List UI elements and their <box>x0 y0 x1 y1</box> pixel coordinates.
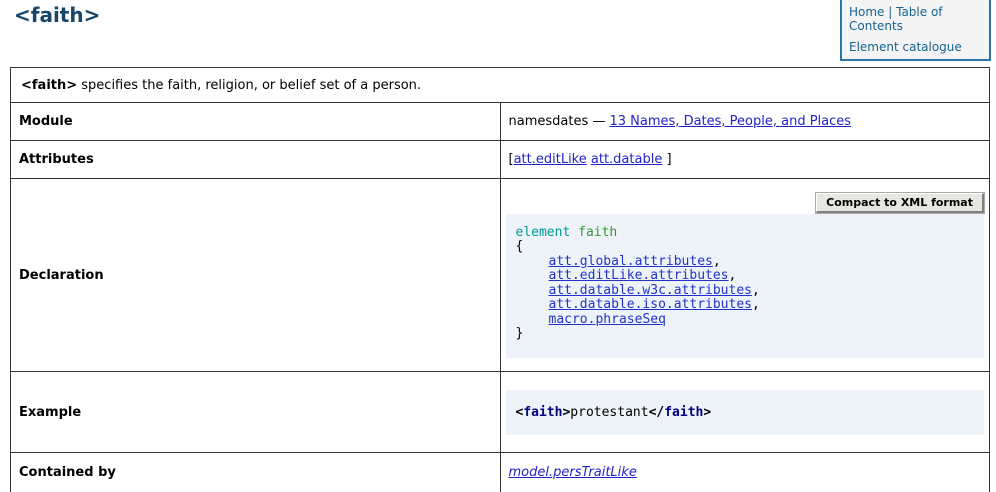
table-row-attributes: Attributes [att.editLike att.datable ] <box>11 141 990 179</box>
module-chapter-link[interactable]: 13 Names, Dates, People, and Places <box>610 114 852 129</box>
attribute-class-link-datable[interactable]: att.datable <box>591 152 662 167</box>
declaration-code-block: element faith { att.global.attributes, a… <box>506 214 985 358</box>
attributes-close-bracket: ] <box>662 152 671 167</box>
code-element-name: faith <box>578 225 617 240</box>
code-keyword-element: element <box>516 225 571 240</box>
module-value-cell: namesdates — 13 Names, Dates, People, an… <box>500 103 990 141</box>
open-brace: { <box>516 239 524 254</box>
page-header: <faith> Home | Table of Contents Element… <box>0 0 996 67</box>
declaration-label: Declaration <box>11 179 501 372</box>
table-row-contained-by: Contained by model.persTraitLike <box>11 453 990 492</box>
comma: , <box>752 297 760 312</box>
model-perstraitlike-link[interactable]: model.persTraitLike <box>509 465 637 480</box>
code-line-close-brace: } <box>516 327 975 342</box>
comma: , <box>752 283 760 298</box>
code-line-link: att.global.attributes, <box>516 255 975 270</box>
declaration-button-bar: Compact to XML format <box>506 193 985 213</box>
declaration-link-att-global-attributes[interactable]: att.global.attributes <box>549 254 713 269</box>
example-end-close-bracket: > <box>703 405 711 420</box>
code-line-element: element faith <box>516 226 975 241</box>
comma: , <box>729 268 737 283</box>
example-end-tag-name: faith <box>664 405 703 420</box>
attribute-class-link-editlike[interactable]: att.editLike <box>514 152 587 167</box>
contained-by-label: Contained by <box>11 453 501 492</box>
description-text: specifies the faith, religion, or belief… <box>77 78 421 93</box>
declaration-value-cell: Compact to XML format element faith { at… <box>500 179 990 372</box>
description-cell: <faith> specifies the faith, religion, o… <box>11 68 990 103</box>
code-line-link: att.datable.w3c.attributes, <box>516 284 975 299</box>
example-label: Example <box>11 372 501 453</box>
code-line-link: macro.phraseSeq <box>516 313 975 328</box>
comma: , <box>713 254 721 269</box>
nav-separator: | <box>884 5 896 19</box>
nav-box: Home | Table of Contents Element catalog… <box>840 0 991 61</box>
table-row-description: <faith> specifies the faith, religion, o… <box>11 68 990 103</box>
compact-to-xml-format-button[interactable]: Compact to XML format <box>816 193 984 213</box>
attributes-label: Attributes <box>11 141 501 179</box>
description-tag: <faith> <box>21 78 77 93</box>
module-name: namesdates — <box>509 114 610 129</box>
close-brace: } <box>516 326 524 341</box>
nav-row-primary: Home | Table of Contents <box>849 5 982 33</box>
example-value-cell: <faith>protestant</faith> <box>500 372 990 453</box>
page-title: <faith> <box>14 3 100 27</box>
element-reference-table: <faith> specifies the faith, religion, o… <box>10 67 990 492</box>
contained-by-value-cell: model.persTraitLike <box>500 453 990 492</box>
table-row-module: Module namesdates — 13 Names, Dates, Peo… <box>11 103 990 141</box>
nav-row-secondary: Element catalogue <box>849 40 982 54</box>
declaration-link-att-datable-iso-attributes[interactable]: att.datable.iso.attributes <box>549 297 753 312</box>
declaration-link-att-datable-w3c-attributes[interactable]: att.datable.w3c.attributes <box>549 283 753 298</box>
table-row-example: Example <faith>protestant</faith> <box>11 372 990 453</box>
example-end-open-bracket: </ <box>649 405 665 420</box>
module-label: Module <box>11 103 501 141</box>
code-line-link: att.datable.iso.attributes, <box>516 298 975 313</box>
example-tag-name: faith <box>523 405 562 420</box>
declaration-link-att-editlike-attributes[interactable]: att.editLike.attributes <box>549 268 729 283</box>
declaration-link-macro-phraseseq[interactable]: macro.phraseSeq <box>549 312 666 327</box>
example-content: protestant <box>570 405 648 420</box>
code-line-open-brace: { <box>516 240 975 255</box>
nav-link-home[interactable]: Home <box>849 5 884 19</box>
code-line-link: att.editLike.attributes, <box>516 269 975 284</box>
example-code-block: <faith>protestant</faith> <box>506 390 985 435</box>
table-row-declaration: Declaration Compact to XML format elemen… <box>11 179 990 372</box>
attributes-value-cell: [att.editLike att.datable ] <box>500 141 990 179</box>
nav-link-element-catalogue[interactable]: Element catalogue <box>849 40 962 54</box>
